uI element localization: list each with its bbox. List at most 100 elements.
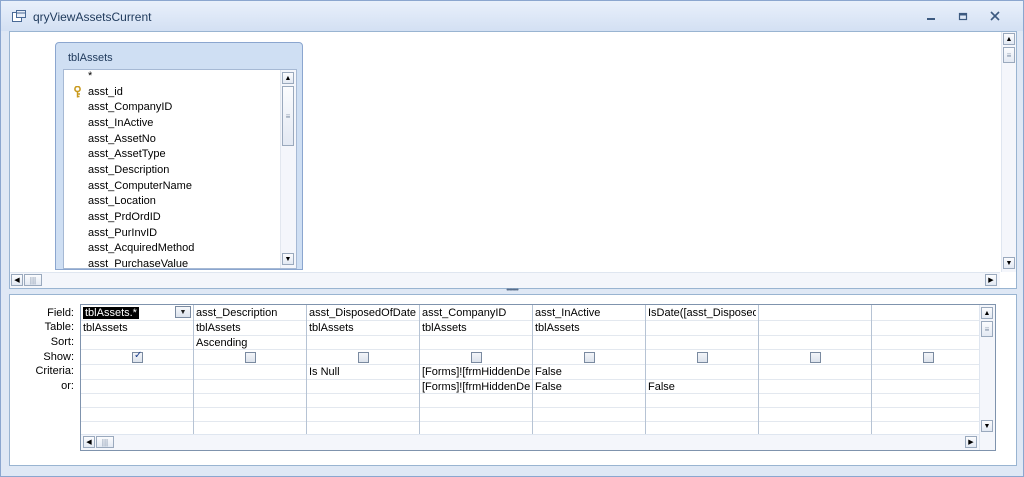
field-list-item[interactable]: asst_AcquiredMethod: [88, 242, 194, 257]
table-cell[interactable]: tblAssets: [83, 321, 191, 335]
field-list-item[interactable]: asst_AssetType: [88, 148, 166, 163]
or-cell[interactable]: False: [648, 380, 756, 394]
scroll-left-button[interactable]: ◀: [83, 436, 95, 448]
table-field-list-tblAssets[interactable]: tblAssets * asst_id asst_CompanyID asst_…: [55, 42, 303, 270]
show-checkbox[interactable]: [471, 352, 482, 363]
scroll-left-icon: ◀: [86, 439, 92, 446]
sort-cell[interactable]: [874, 336, 982, 350]
table-cell[interactable]: tblAssets: [309, 321, 417, 335]
criteria-cell[interactable]: Is Null: [309, 365, 417, 379]
criteria-cell[interactable]: [648, 365, 756, 379]
field-cell[interactable]: asst_CompanyID: [422, 306, 530, 320]
scroll-thumb[interactable]: ≡: [1003, 47, 1015, 63]
sort-cell[interactable]: [648, 336, 756, 350]
scroll-thumb[interactable]: |||: [24, 274, 42, 286]
field-list-item[interactable]: asst_ComputerName: [88, 180, 192, 195]
show-checkbox[interactable]: [584, 352, 595, 363]
scroll-right-button[interactable]: ▶: [965, 436, 977, 448]
scroll-down-button[interactable]: ▼: [981, 420, 993, 432]
or-cell[interactable]: [761, 380, 869, 394]
field-cell[interactable]: asst_Description: [196, 306, 304, 320]
query-design-grid[interactable]: tblAssets.* ▼ tblAssets asst_Description…: [80, 304, 996, 451]
scroll-thumb[interactable]: |||: [96, 436, 114, 448]
sort-cell[interactable]: [422, 336, 530, 350]
scroll-thumb[interactable]: ≡: [981, 321, 993, 337]
title-bar[interactable]: qryViewAssetsCurrent: [1, 1, 1023, 31]
or-cell[interactable]: [Forms]![frmHiddenDe: [422, 380, 530, 394]
scroll-right-button[interactable]: ▶: [985, 274, 997, 286]
design-pane-horizontal-scrollbar[interactable]: ◀ ||| ▶: [10, 272, 1000, 288]
field-list-item[interactable]: asst_AssetNo: [88, 133, 156, 148]
grid-horizontal-scrollbar[interactable]: ◀ ||| ▶: [81, 434, 979, 450]
show-checkbox[interactable]: [358, 352, 369, 363]
sort-cell[interactable]: [761, 336, 869, 350]
grid-vertical-scrollbar[interactable]: ▲ ≡ ▼: [979, 305, 995, 450]
scroll-down-button[interactable]: ▼: [282, 253, 294, 265]
grid-column[interactable]: [759, 305, 872, 435]
table-cell[interactable]: tblAssets: [422, 321, 530, 335]
grid-column[interactable]: asst_DisposedOfDate tblAssets Is Null: [307, 305, 420, 435]
table-design-pane[interactable]: tblAssets * asst_id asst_CompanyID asst_…: [9, 31, 1017, 289]
or-cell[interactable]: [309, 380, 417, 394]
field-list-item[interactable]: asst_Location: [88, 195, 156, 210]
field-cell-selected[interactable]: tblAssets.*: [83, 307, 139, 319]
scroll-up-button[interactable]: ▲: [282, 72, 294, 84]
pane-splitter[interactable]: ••••••••: [9, 287, 1015, 294]
grid-column[interactable]: IsDate([asst_Disposed False: [646, 305, 759, 435]
scroll-up-button[interactable]: ▲: [981, 307, 993, 319]
show-checkbox[interactable]: [697, 352, 708, 363]
or-cell[interactable]: [196, 380, 304, 394]
criteria-cell[interactable]: [761, 365, 869, 379]
criteria-cell[interactable]: [874, 365, 982, 379]
grid-column[interactable]: asst_Description tblAssets Ascending: [194, 305, 307, 435]
show-checkbox[interactable]: [132, 350, 143, 363]
scroll-down-button[interactable]: ▼: [1003, 257, 1015, 269]
or-cell[interactable]: False: [535, 380, 643, 394]
field-cell[interactable]: [874, 306, 982, 320]
field-list-item[interactable]: asst_PurInvID: [88, 227, 157, 242]
show-checkbox[interactable]: [810, 352, 821, 363]
design-pane-vertical-scrollbar[interactable]: ▲ ≡ ▼: [1001, 32, 1016, 272]
field-list-item[interactable]: asst_id: [88, 86, 123, 101]
sort-cell[interactable]: [535, 336, 643, 350]
or-cell[interactable]: [874, 380, 982, 394]
table-cell[interactable]: [648, 321, 756, 335]
restore-button[interactable]: [955, 9, 971, 23]
grid-column[interactable]: [872, 305, 984, 435]
field-cell[interactable]: asst_InActive: [535, 306, 643, 320]
sort-cell[interactable]: [83, 336, 191, 350]
table-cell[interactable]: [761, 321, 869, 335]
field-list-item[interactable]: *: [88, 70, 92, 85]
criteria-cell[interactable]: [Forms]![frmHiddenDe: [422, 365, 530, 379]
field-list-item[interactable]: asst_InActive: [88, 117, 153, 132]
criteria-cell[interactable]: [83, 365, 191, 379]
field-list-item[interactable]: asst_PrdOrdID: [88, 211, 161, 226]
or-cell[interactable]: [83, 380, 191, 394]
scroll-up-button[interactable]: ▲: [1003, 33, 1015, 45]
grid-column[interactable]: asst_CompanyID tblAssets [Forms]![frmHid…: [420, 305, 533, 435]
table-cell[interactable]: [874, 321, 982, 335]
field-cell[interactable]: IsDate([asst_Disposed: [648, 306, 756, 320]
field-cell[interactable]: asst_DisposedOfDate: [309, 306, 417, 320]
field-cell[interactable]: [761, 306, 869, 320]
show-checkbox[interactable]: [923, 352, 934, 363]
grid-column[interactable]: tblAssets.* ▼ tblAssets: [81, 305, 194, 435]
table-cell[interactable]: tblAssets: [196, 321, 304, 335]
table-cell[interactable]: tblAssets: [535, 321, 643, 335]
minimize-button[interactable]: [923, 9, 939, 23]
field-list-item[interactable]: asst_CompanyID: [88, 101, 172, 116]
field-list[interactable]: * asst_id asst_CompanyID asst_InActive a…: [63, 69, 297, 269]
close-button[interactable]: [987, 9, 1003, 23]
sort-cell[interactable]: [309, 336, 417, 350]
field-dropdown-button[interactable]: ▼: [175, 306, 191, 318]
grid-column[interactable]: asst_InActive tblAssets False False: [533, 305, 646, 435]
field-list-item[interactable]: asst_Description: [88, 164, 169, 179]
field-list-scrollbar[interactable]: ▲ ≡ ▼: [280, 70, 296, 268]
sort-cell[interactable]: Ascending: [196, 336, 304, 350]
scroll-left-button[interactable]: ◀: [11, 274, 23, 286]
criteria-cell[interactable]: False: [535, 365, 643, 379]
criteria-cell[interactable]: [196, 365, 304, 379]
field-list-item[interactable]: asst_PurchaseValue: [88, 258, 188, 268]
scroll-thumb[interactable]: ≡: [282, 86, 294, 146]
show-checkbox[interactable]: [245, 352, 256, 363]
